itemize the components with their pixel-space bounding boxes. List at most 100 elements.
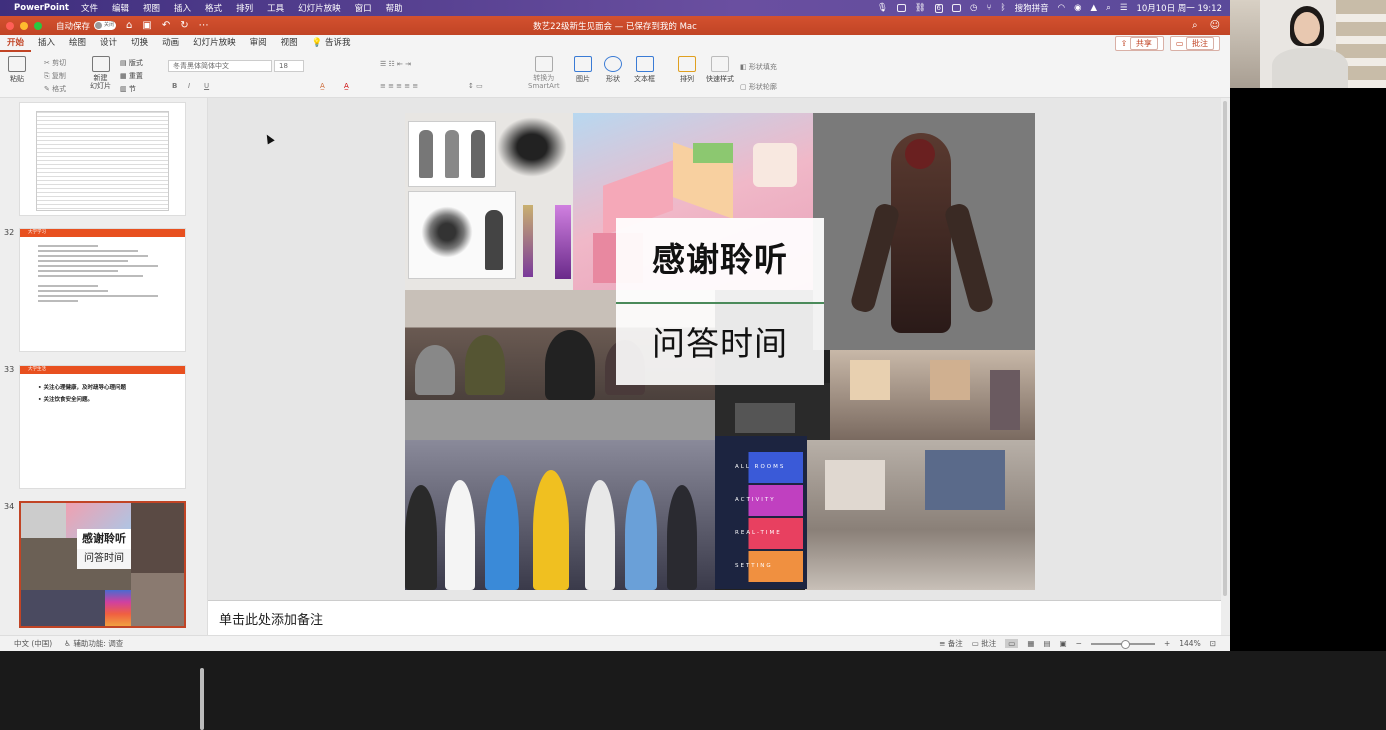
bold-button[interactable]: B [172,82,177,90]
user-icon[interactable]: ◉ [1074,3,1081,13]
underline-button[interactable]: U [204,82,209,90]
highlight-icon[interactable]: A̲ [320,82,325,90]
copy-button[interactable]: ⎘ 复制 [44,71,66,81]
slide-thumbnail-32[interactable]: 大学学习 [19,228,186,352]
link-icon[interactable]: ⛓ [915,3,926,13]
zoom-window-button[interactable] [34,21,42,30]
tell-me[interactable]: 💡 告诉我 [305,35,358,52]
tab-insert[interactable]: 插入 [31,35,62,52]
zoom-in-button[interactable]: + [1164,639,1170,648]
home-icon[interactable]: ⌂ [126,20,132,31]
tab-animations[interactable]: 动画 [155,35,186,52]
notes-pane[interactable]: 单击此处添加备注 [208,600,1221,635]
redo-icon[interactable]: ↻ [180,20,188,31]
zoom-level[interactable]: 144% [1179,639,1200,648]
wifi-icon[interactable]: ◠ [1058,3,1065,13]
notes-button[interactable]: ≡ 备注 [939,638,963,649]
clock-icon[interactable]: ◷ [970,3,977,13]
paste-button[interactable]: 粘贴 [8,56,26,84]
format-painter-button[interactable]: ✎ 格式 [44,84,66,94]
screen-share-icon[interactable] [896,4,906,12]
shape-button[interactable]: 形状 [604,56,622,84]
slide-title-box[interactable]: 感谢聆听 [616,218,824,302]
slide-thumbnail-33[interactable]: 大学生活 • 关注心理健康，及时疏导心理问题 • 关注饮食安全问题。 [19,365,186,489]
more-icon[interactable]: ⋯ [199,20,209,31]
minimize-window-button[interactable] [20,21,28,30]
menu-insert[interactable]: 插入 [174,2,191,14]
textbox-button[interactable]: 文本框 [634,56,655,84]
input-method[interactable]: 搜狗拼音 [1015,2,1049,14]
microphone-icon[interactable]: 🎙 [877,3,888,13]
close-window-button[interactable] [6,21,14,30]
comments-button[interactable]: ▭ 批注 [1169,36,1220,51]
section-button[interactable]: ▥ 节 [120,84,136,94]
menu-arrange[interactable]: 排列 [236,2,253,14]
shape-fill-button[interactable]: ◧ 形状填充 [740,62,777,72]
arrange-button[interactable]: 排列 [678,56,696,84]
tab-home[interactable]: 开始 [0,35,32,52]
reading-view-icon[interactable]: ▤ [1043,639,1050,648]
menu-tools[interactable]: 工具 [267,2,284,14]
account-icon[interactable]: ☺ [1210,20,1220,31]
control-center-icon[interactable]: ☰ [1120,3,1128,13]
menu-file[interactable]: 文件 [81,2,98,14]
align-icons[interactable]: ≡ ≡ ≡ ≡ ≡ [380,82,418,90]
canvas-scrollbar[interactable] [1221,98,1230,635]
new-slide-button[interactable]: 新建 幻灯片 [90,56,111,90]
bluetooth-icon[interactable]: ᛒ [1001,3,1006,13]
reset-button[interactable]: ▦ 重置 [120,71,143,81]
slide-sorter-icon[interactable]: ▦ [1027,639,1034,648]
language-status[interactable]: 中文 (中国) [14,638,52,649]
menubar-app-name[interactable]: PowerPoint [14,3,69,13]
thumb-header: 大学生活 [20,366,185,374]
quick-styles-button[interactable]: 快速样式 [706,56,734,84]
textbox-label: 文本框 [634,75,655,83]
menu-format[interactable]: 格式 [205,2,222,14]
badge-icon[interactable]: 6 [934,3,944,13]
tab-slideshow[interactable]: 幻灯片放映 [186,35,243,52]
picture-button[interactable]: 图片 [574,56,592,84]
fork-icon[interactable]: ⑂ [986,3,991,13]
slideshow-icon[interactable]: ▣ [1060,639,1067,648]
tab-review[interactable]: 审阅 [243,35,274,52]
comments-status-button[interactable]: ▭ 批注 [972,638,996,649]
normal-view-icon[interactable]: ▭ [1005,639,1019,648]
thumbnails-scrollbar[interactable] [200,668,204,730]
slide-thumbnail-34[interactable]: 感谢聆听 问答时间 [19,501,186,628]
italic-button[interactable]: I [188,82,190,90]
menu-edit[interactable]: 编辑 [112,2,129,14]
slide-thumbnail-31[interactable] [19,102,186,216]
fit-to-window-icon[interactable]: ⊡ [1210,639,1216,648]
cut-button[interactable]: ✂ 剪切 [44,58,66,68]
accessibility-status[interactable]: ♿ 辅助功能: 调查 [64,638,123,649]
airplay-icon[interactable]: ▲ [1091,3,1098,13]
search-icon[interactable]: ⌕ [1106,3,1111,13]
canvas-scroll-thumb[interactable] [1223,101,1227,596]
menu-view[interactable]: 视图 [143,2,160,14]
tab-transitions[interactable]: 切换 [124,35,155,52]
bullets-icon[interactable]: ☰ ☷ ⇤ ⇥ [380,60,411,68]
share-button[interactable]: ⇪ 共享 [1114,36,1164,51]
tab-view[interactable]: 视图 [274,35,305,52]
tab-design[interactable]: 设计 [93,35,124,52]
undo-icon[interactable]: ↶ [162,20,170,31]
datetime[interactable]: 10月10日 周一 19:12 [1136,2,1222,14]
layout-button[interactable]: ▤ 版式 [120,58,143,68]
search-icon[interactable]: ⌕ [1192,20,1198,31]
menu-slideshow[interactable]: 幻灯片放映 [298,2,341,14]
font-name-field[interactable]: 冬青黑体简体中文 [168,60,272,72]
autosave-toggle[interactable]: 关闭 [94,21,117,30]
menu-window[interactable]: 窗口 [355,2,372,14]
keyboard-icon[interactable] [952,4,962,12]
save-icon[interactable]: ▣ [142,20,151,31]
zoom-slider[interactable] [1090,639,1155,649]
convert-smartart-button[interactable]: 转换为 SmartArt [528,56,560,90]
font-color-icon[interactable]: A̲ [344,82,349,90]
shape-outline-button[interactable]: ▢ 形状轮廓 [740,82,777,92]
font-size-field[interactable]: 18 [274,60,304,72]
line-spacing-icon[interactable]: ↕ ▭ [468,82,483,90]
tab-draw[interactable]: 绘图 [62,35,93,52]
slide-subtitle-box[interactable]: 问答时间 [616,302,824,385]
zoom-out-button[interactable]: − [1076,639,1082,648]
menu-help[interactable]: 帮助 [386,2,403,14]
